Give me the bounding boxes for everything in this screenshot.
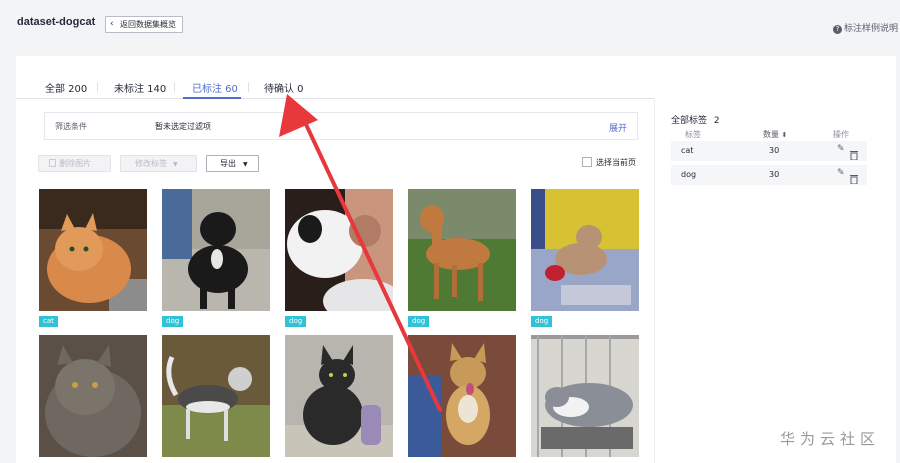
image-tag: dog <box>531 316 553 327</box>
top-bar: dataset-dogcat ‹ 返回数据集概览 ? 标注样例说明 <box>0 0 900 52</box>
labels-count: 2 <box>713 116 720 126</box>
delete-images-label: 删除图片 <box>59 159 91 168</box>
tab-divider <box>174 82 175 92</box>
guide-label: 标注样例说明 <box>843 24 898 34</box>
modify-labels-label: 修改标签 <box>135 159 167 168</box>
label-name: cat <box>681 146 694 155</box>
sort-icon: ⬍ <box>781 131 788 139</box>
tab-pending-confirm[interactable]: 待确认 0 <box>264 80 304 95</box>
image-tag: dog <box>162 316 184 327</box>
all-labels-title: 全部标签 2 <box>671 113 720 126</box>
modify-labels-button[interactable]: 修改标签 ▼ <box>120 155 197 172</box>
expand-filter-link[interactable]: 展开 <box>609 121 627 134</box>
delete-images-button[interactable]: 删除图片 <box>38 155 111 172</box>
label-count: 30 <box>769 146 780 155</box>
dog-photo-icon <box>408 189 516 311</box>
back-to-overview-button[interactable]: ‹ 返回数据集概览 <box>105 16 183 33</box>
help-icon: ? <box>832 25 842 34</box>
filter-value: 暂未选定过滤项 <box>155 122 211 131</box>
image-tag: dog <box>408 316 430 327</box>
chevron-left-icon: ‹ <box>110 19 114 29</box>
labels-panel: 全部标签 2 标签 数量 ⬍ 操作 cat 30 ✎ dog 30 ✎ <box>654 99 896 463</box>
tab-all[interactable]: 全部 200 <box>45 80 87 95</box>
tab-divider <box>97 82 98 92</box>
select-page-label: 选择当前页 <box>596 158 636 167</box>
tab-labeled[interactable]: 已标注 60 <box>192 80 238 95</box>
main-panel: 全部 200 未标注 140 已标注 60 待确认 0 筛选条件 暂未选定过滤项… <box>16 56 896 463</box>
annotation-guide-link[interactable]: ? 标注样例说明 <box>832 21 898 34</box>
trash-icon[interactable] <box>850 145 858 164</box>
select-page-checkbox[interactable] <box>582 157 592 167</box>
image-tag: dog <box>285 316 307 327</box>
label-count: 30 <box>769 170 780 179</box>
dog-photo-icon <box>162 335 270 457</box>
edit-icon[interactable]: ✎ <box>837 168 845 178</box>
back-button-label: 返回数据集概览 <box>120 20 176 29</box>
count-column-header[interactable]: 数量 ⬍ <box>763 129 787 140</box>
labels-title-text: 全部标签 <box>671 116 708 126</box>
export-label: 导出 <box>220 159 236 168</box>
label-name: dog <box>681 170 697 179</box>
dataset-title: dataset-dogcat <box>17 16 96 28</box>
cat-photo-icon <box>39 335 147 457</box>
tab-bar: 全部 200 未标注 140 已标注 60 待确认 0 <box>16 56 654 99</box>
tab-divider <box>248 82 249 92</box>
cat-photo-icon <box>531 335 639 457</box>
tab-unlabeled[interactable]: 未标注 140 <box>114 80 166 95</box>
dog-photo-icon <box>531 189 639 311</box>
dog-photo-icon <box>162 189 270 311</box>
edit-icon[interactable]: ✎ <box>837 144 845 154</box>
label-column-header: 标签 <box>685 130 701 139</box>
trash-icon[interactable] <box>850 169 858 188</box>
dog-photo-icon <box>408 335 516 457</box>
filter-label: 筛选条件 <box>55 122 87 131</box>
active-tab-indicator <box>183 97 241 99</box>
caret-down-icon: ▼ <box>243 161 248 168</box>
image-tag: cat <box>39 316 58 327</box>
label-row: cat 30 ✎ <box>671 141 867 161</box>
count-header-text: 数量 <box>763 130 779 139</box>
trash-icon <box>49 159 56 167</box>
label-row: dog 30 ✎ <box>671 165 867 185</box>
select-current-page[interactable]: 选择当前页 <box>582 157 636 168</box>
ops-column-header: 操作 <box>833 130 849 139</box>
export-button[interactable]: 导出 ▼ <box>206 155 259 172</box>
filter-bar: 筛选条件 暂未选定过滤项 展开 <box>44 112 638 140</box>
cat-photo-icon <box>285 335 393 457</box>
chevron-down-icon: ▼ <box>173 161 178 168</box>
dog-photo-icon <box>285 189 393 311</box>
watermark: 华为云社区 <box>780 430 881 448</box>
cat-photo-icon <box>39 189 147 311</box>
